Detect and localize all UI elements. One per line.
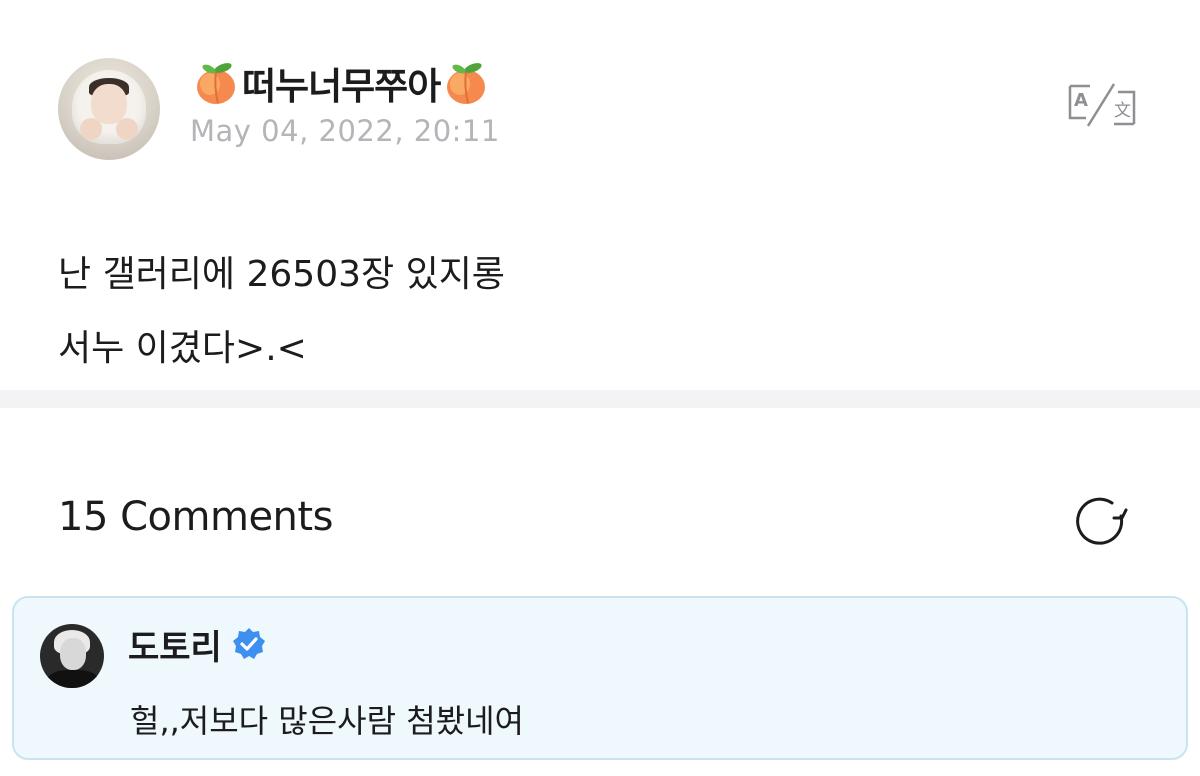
peach-emoji-icon <box>197 63 235 104</box>
commenter-username[interactable]: 도토리 <box>128 620 222 669</box>
peach-emoji-icon <box>447 63 486 104</box>
post-detail-screen: 떠누너무쭈아 May 04, 2022, 20:11 A 文 난 갤러리에 26… <box>0 0 1200 776</box>
verified-badge-icon <box>232 628 265 659</box>
author-username[interactable]: 떠누너무쭈아 <box>242 56 441 110</box>
translate-icon[interactable]: A 文 <box>1066 82 1138 128</box>
post-body-line: 난 갤러리에 26503장 있지롱 <box>58 254 505 295</box>
commenter-avatar[interactable] <box>40 624 104 688</box>
comment-item[interactable]: 도토리 헐,,저보다 많은사람 첨봤네여 <box>12 596 1188 760</box>
author-avatar[interactable] <box>58 58 160 160</box>
svg-text:A: A <box>1074 90 1088 111</box>
author-name-row[interactable]: 떠누너무쭈아 <box>192 58 490 108</box>
section-divider <box>0 390 1200 408</box>
commenter-name-row: 도토리 <box>128 620 266 669</box>
svg-text:文: 文 <box>1114 101 1131 121</box>
refresh-icon[interactable] <box>1074 494 1132 548</box>
post-timestamp: May 04, 2022, 20:11 <box>190 114 500 148</box>
comments-count-title: 15 Comments <box>58 494 333 540</box>
post-body-line: 서누 이겼다>.< <box>58 328 307 369</box>
comment-text: 헐,,저보다 많은사람 첨봤네여 <box>130 702 524 740</box>
post-body: 난 갤러리에 26503장 있지롱 서누 이겼다>.< <box>58 238 505 386</box>
